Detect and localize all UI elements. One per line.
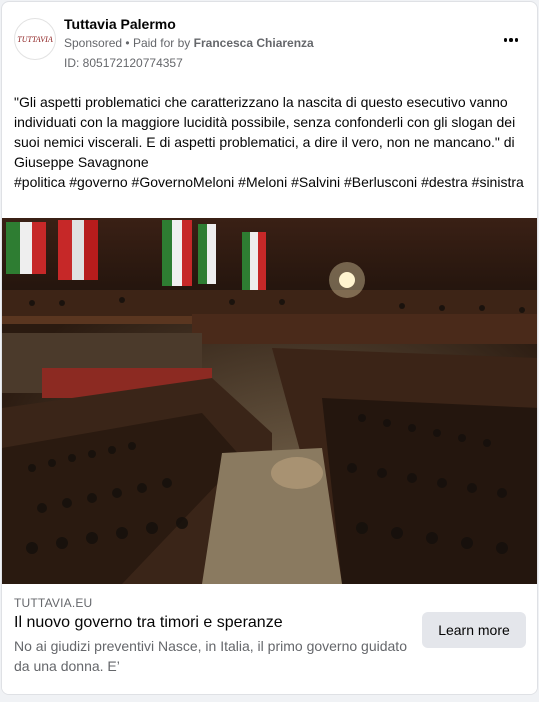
hashtag-link[interactable]: #politica [14,174,65,190]
avatar-logo: TUTTAVIA [17,34,53,44]
hashtag-link[interactable]: #Meloni [238,174,287,190]
hashtag-link[interactable]: #sinistra [472,174,524,190]
hashtag-list: #politica #governo #GovernoMeloni #Melon… [14,172,528,192]
hashtag-link[interactable]: #GovernoMeloni [132,174,235,190]
sponsored-meta: Sponsored • Paid for by Francesca Chiare… [64,36,314,50]
page-name-link[interactable]: Tuttavia Palermo [64,16,176,32]
post-text: "Gli aspetti problematici che caratteriz… [14,94,516,170]
meta-separator: • [125,36,130,50]
paid-for-prefix: Paid for by [132,36,191,50]
ad-id: ID: 805172120774357 [64,56,183,70]
hashtag-link[interactable]: #Salvini [291,174,340,190]
link-description: No ai giudizi preventivi Nasce, in Itali… [14,638,407,674]
link-title[interactable]: Il nuovo governo tra timori e speranze [14,614,283,632]
paid-for-name: Francesca Chiarenza [193,36,314,50]
hashtag-link[interactable]: #Berlusconi [344,174,417,190]
more-horizontal-icon [503,38,520,42]
ad-post-card: TUTTAVIA Tuttavia Palermo Sponsored • Pa… [1,1,538,695]
post-header: TUTTAVIA Tuttavia Palermo Sponsored • Pa… [2,2,537,82]
post-body: "Gli aspetti problematici che caratteriz… [14,92,528,192]
link-preview[interactable]: TUTTAVIA.EU Il nuovo governo tra timori … [2,584,537,694]
learn-more-button[interactable]: Learn more [422,612,526,648]
sponsored-label[interactable]: Sponsored [64,36,122,50]
page-avatar[interactable]: TUTTAVIA [14,18,56,60]
hashtag-link[interactable]: #destra [421,174,468,190]
parliament-chamber-image [2,218,537,584]
link-domain: TUTTAVIA.EU [14,596,93,610]
post-photo[interactable] [2,218,537,584]
hashtag-link[interactable]: #governo [69,174,127,190]
more-options-button[interactable] [499,30,523,50]
